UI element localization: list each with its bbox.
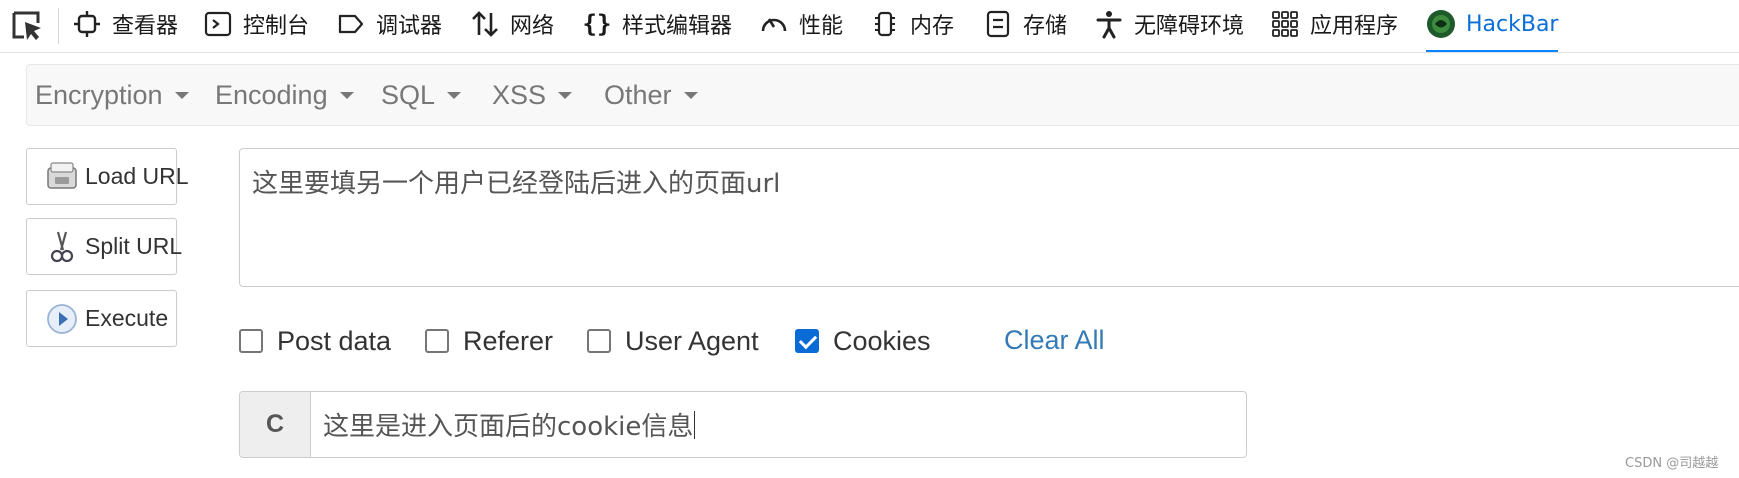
style-editor-icon: {} — [582, 10, 612, 38]
menu-sql[interactable]: SQL — [381, 65, 462, 125]
performance-icon — [759, 9, 789, 39]
tab-network[interactable]: 网络 — [470, 0, 554, 48]
checkbox-label: Post data — [277, 325, 392, 356]
element-picker-icon[interactable] — [10, 9, 44, 43]
cookie-addon-label: C — [240, 392, 311, 457]
play-icon — [45, 302, 79, 336]
url-value: 这里要填另一个用户已经登陆后进入的页面url — [252, 169, 781, 199]
storage-icon — [983, 9, 1013, 39]
cookie-value: 这里是进入页面后的cookie信息 — [323, 412, 694, 442]
tab-label: 性能 — [799, 14, 844, 39]
console-icon — [203, 9, 233, 39]
execute-button[interactable]: Execute — [26, 290, 177, 347]
menu-label: Encryption — [35, 79, 163, 110]
menu-xss[interactable]: XSS — [492, 65, 573, 125]
execute-label: Execute — [85, 305, 169, 331]
menu-label: SQL — [381, 79, 436, 110]
tab-accessibility[interactable]: 无障碍环境 — [1094, 0, 1244, 48]
checkbox-checked-icon[interactable] — [795, 329, 819, 353]
menu-label: Encoding — [215, 79, 328, 110]
caret-down-icon — [174, 91, 189, 99]
menu-label: XSS — [492, 79, 547, 110]
checkbox-box[interactable] — [587, 329, 611, 353]
caret-down-icon — [683, 91, 698, 99]
checkbox-box[interactable] — [425, 329, 449, 353]
application-icon — [1270, 9, 1300, 39]
clear-all-link[interactable]: Clear All — [1004, 322, 1105, 358]
tab-label: 控制台 — [243, 14, 310, 39]
referer-checkbox[interactable]: Referer — [425, 326, 553, 356]
tab-label: 调试器 — [376, 14, 443, 39]
caret-down-icon — [447, 91, 462, 99]
menu-other[interactable]: Other — [604, 65, 698, 125]
tab-hackbar[interactable]: HackBar — [1426, 0, 1559, 52]
tab-label: 应用程序 — [1310, 14, 1399, 39]
tab-label: HackBar — [1466, 11, 1559, 37]
tab-label: 查看器 — [112, 14, 179, 39]
devtools-toolbar: 查看器 控制台 调试器 网络 {} 样式编辑器 性能 内存 存储 无障碍环境 应… — [0, 0, 1739, 53]
tab-style-editor[interactable]: {} 样式编辑器 — [582, 0, 732, 48]
tab-console[interactable]: 控制台 — [203, 0, 309, 48]
cookies-checkbox[interactable]: Cookies — [795, 326, 931, 356]
tab-memory[interactable]: 内存 — [870, 0, 954, 48]
checkbox-label: Cookies — [833, 325, 931, 356]
text-cursor — [694, 410, 696, 439]
tab-label: 样式编辑器 — [622, 14, 733, 39]
checkbox-box[interactable] — [239, 329, 263, 353]
load-url-button[interactable]: Load URL — [26, 148, 189, 205]
accessibility-icon — [1094, 9, 1124, 39]
cookie-input[interactable]: 这里是进入页面后的cookie信息 — [311, 392, 1246, 457]
url-textarea[interactable]: 这里要填另一个用户已经登陆后进入的页面url — [239, 148, 1739, 287]
post-data-checkbox[interactable]: Post data — [239, 326, 391, 356]
tab-storage[interactable]: 存储 — [983, 0, 1067, 48]
scissors-icon — [45, 230, 79, 264]
hackbar-menu: Encryption Encoding SQL XSS Other — [26, 64, 1739, 126]
tab-inspector[interactable]: 查看器 — [72, 0, 178, 48]
network-icon — [470, 9, 500, 39]
caret-down-icon — [339, 91, 354, 99]
tab-application[interactable]: 应用程序 — [1270, 0, 1398, 48]
toolbar-separator — [58, 8, 59, 44]
load-url-label: Load URL — [85, 163, 189, 189]
tab-label: 网络 — [510, 14, 555, 39]
debugger-icon — [336, 9, 366, 39]
tab-debugger[interactable]: 调试器 — [336, 0, 442, 48]
hackbar-logo-icon — [1426, 9, 1456, 39]
menu-encoding[interactable]: Encoding — [215, 65, 354, 125]
tab-label: 内存 — [910, 14, 955, 39]
caret-down-icon — [558, 91, 573, 99]
load-url-icon — [45, 160, 79, 194]
user-agent-checkbox[interactable]: User Agent — [587, 326, 759, 356]
checkbox-label: Referer — [463, 325, 554, 356]
memory-icon — [870, 9, 900, 39]
menu-label: Other — [604, 79, 672, 110]
split-url-label: Split URL — [85, 233, 183, 259]
inspector-icon — [72, 9, 102, 39]
cookie-input-group: C 这里是进入页面后的cookie信息 — [239, 391, 1247, 458]
watermark: CSDN @司越越 — [1625, 456, 1719, 471]
checkbox-label: User Agent — [625, 325, 759, 356]
tab-performance[interactable]: 性能 — [759, 0, 843, 48]
tab-label: 无障碍环境 — [1134, 14, 1245, 39]
menu-encryption[interactable]: Encryption — [35, 65, 189, 125]
split-url-button[interactable]: Split URL — [26, 218, 182, 275]
tab-label: 存储 — [1023, 14, 1068, 39]
